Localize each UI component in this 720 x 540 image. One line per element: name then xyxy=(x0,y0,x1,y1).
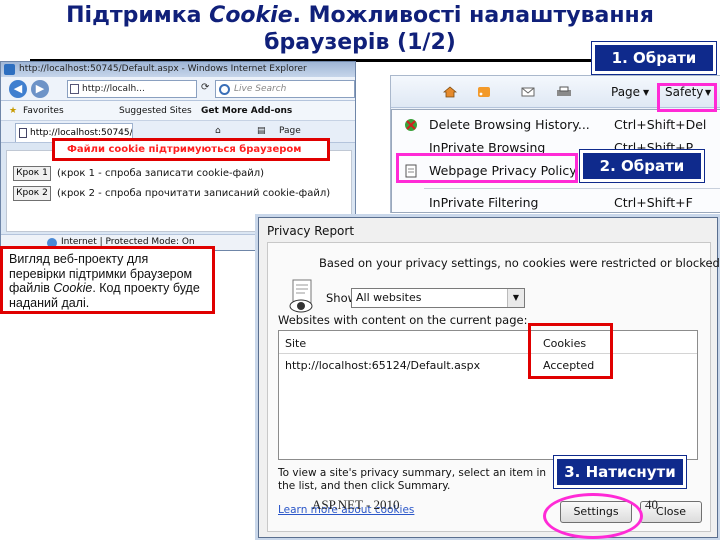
summary-instructions: To view a site's privacy summary, select… xyxy=(278,467,547,492)
ie-favorites-bar: ★ Favorites Suggested Sites Get More Add… xyxy=(1,101,355,121)
safety-highlight xyxy=(657,83,717,112)
sites-label: Websites with content on the current pag… xyxy=(278,313,528,327)
note-box: Вигляд веб-проекту для перевірки підтрим… xyxy=(0,246,215,314)
suggested-sites-link[interactable]: Suggested Sites xyxy=(119,101,192,121)
print-icon[interactable] xyxy=(555,86,573,98)
page-menu-button[interactable]: Page xyxy=(611,85,640,99)
column-header-site[interactable]: Site xyxy=(285,337,306,350)
menu-item-shortcut: Ctrl+Shift+Del xyxy=(614,117,707,132)
header-divider xyxy=(279,353,697,354)
chevron-down-icon: ▼ xyxy=(507,289,524,307)
menu-item-inprivate-filtering[interactable]: InPrivate Filtering Ctrl+Shift+F xyxy=(392,192,720,214)
delete-history-icon xyxy=(405,119,417,131)
ie-navbar: ◀ ▶ http://localh... ⟳ Live Search xyxy=(1,77,355,101)
step-row-2: Крок 2 (крок 2 - спроба прочитати записан… xyxy=(13,186,330,202)
step1-text: (крок 1 - спроба записати cookie-файл) xyxy=(57,168,265,179)
chevron-down-icon: ▼ xyxy=(643,88,650,97)
cookies-column-highlight xyxy=(528,323,613,379)
menu-item-label: Delete Browsing History... xyxy=(429,117,590,132)
home-icon[interactable]: ⌂ xyxy=(215,126,221,136)
title-suffix: . Можливості налаштування xyxy=(292,3,654,28)
step-row-1: Крок 1 (крок 1 - спроба записати cookie-ф… xyxy=(13,166,264,182)
ie-address-bar[interactable]: http://localh... xyxy=(67,80,197,98)
dialog-body: Based on your privacy settings, no cooki… xyxy=(267,242,720,532)
callout-step2: 2. Обрати xyxy=(579,149,705,183)
menu-item-shortcut: Ctrl+Shift+F xyxy=(614,195,693,210)
mail-icon[interactable] xyxy=(521,86,535,98)
note-italic-word: Cookie xyxy=(53,281,93,295)
ie-page-menu[interactable]: Page xyxy=(279,126,301,136)
privacy-message: Based on your privacy settings, no cooki… xyxy=(319,256,720,270)
step1-button[interactable]: Крок 1 xyxy=(13,166,51,181)
privacy-eye-icon xyxy=(289,279,313,313)
page-icon xyxy=(70,84,79,94)
feeds-icon[interactable] xyxy=(477,86,491,98)
refresh-icon[interactable]: ⟳ xyxy=(201,82,209,93)
favorites-button[interactable]: Favorites xyxy=(23,101,64,121)
slide-footer: ASP.NET - 2010 xyxy=(312,497,400,512)
ie-search-input[interactable]: Live Search xyxy=(215,80,355,98)
menu-item-label: InPrivate Filtering xyxy=(429,195,539,210)
step2-text: (крок 2 - спроба прочитати записаний coo… xyxy=(57,188,331,199)
ie-tab-title: http://localhost:50745/... xyxy=(30,128,133,138)
slide-title-line1: Підтримка Cookie. Можливості налаштуванн… xyxy=(0,2,720,29)
privacy-report-dialog: Privacy Report Based on your privacy set… xyxy=(258,217,720,538)
title-prefix: Підтримка xyxy=(66,3,210,28)
ie-app-icon xyxy=(4,64,15,75)
table-row-site[interactable]: http://localhost:65124/Default.aspx xyxy=(285,359,480,372)
forward-arrow-icon[interactable]: ▶ xyxy=(31,80,49,98)
menu-separator xyxy=(424,188,720,189)
show-select[interactable]: All websites ▼ xyxy=(351,288,525,308)
privacy-policy-highlight xyxy=(396,153,578,183)
show-select-value: All websites xyxy=(356,291,422,304)
print-icon[interactable]: ▤ xyxy=(257,126,266,136)
ie-address-text: http://localh... xyxy=(82,84,145,94)
get-addons-link[interactable]: Get More Add-ons xyxy=(201,101,292,121)
search-icon xyxy=(219,84,230,95)
step2-button[interactable]: Крок 2 xyxy=(13,186,51,201)
star-icon: ★ xyxy=(9,106,18,116)
cookie-support-result: Файли cookie підтримуються браузером xyxy=(52,138,330,161)
callout-step1: 1. Обрати xyxy=(591,41,717,75)
home-icon[interactable] xyxy=(443,86,457,98)
search-placeholder: Live Search xyxy=(234,84,287,94)
settings-highlight xyxy=(543,493,643,539)
back-arrow-icon[interactable]: ◀ xyxy=(9,80,27,98)
title-italic-word: Cookie xyxy=(209,3,293,28)
sites-table: Site Cookies http://localhost:65124/Defa… xyxy=(278,330,698,460)
ie-window-title: http://localhost:50745/Default.aspx - Wi… xyxy=(19,64,307,74)
slide-page-number: 40 xyxy=(645,497,658,512)
dialog-title: Privacy Report xyxy=(267,224,355,238)
callout-step3: 3. Натиснути xyxy=(553,455,687,489)
ie-titlebar: http://localhost:50745/Default.aspx - Wi… xyxy=(1,62,355,77)
page-icon xyxy=(19,128,27,138)
menu-item-delete-history[interactable]: Delete Browsing History... Ctrl+Shift+De… xyxy=(392,114,720,136)
